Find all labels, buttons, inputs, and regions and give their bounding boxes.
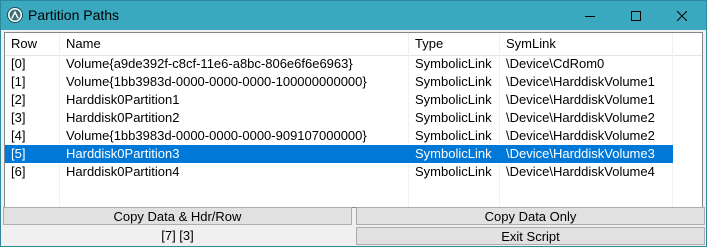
close-button[interactable] [659, 1, 705, 30]
list-cell-name: Harddisk0Partition2 [66, 110, 180, 125]
list-row[interactable]: [2] Harddisk0Partition1 SymbolicLink \Devic… [5, 91, 673, 109]
list-cell-row: [3] [11, 110, 26, 125]
list-cell-name: Volume{1bb3983d-0000-0000-0000-100000000… [66, 74, 367, 89]
list-cell-row: [4] [11, 128, 26, 143]
listview-header: Row Name Type SymLink [5, 33, 702, 56]
list-cell-row: [2] [11, 92, 26, 107]
list-cell-row: [0] [11, 56, 26, 71]
list-cell-name: Harddisk0Partition3 [66, 146, 180, 161]
list-row[interactable]: [6] Harddisk0Partition4 SymbolicLink \Devic… [5, 163, 673, 181]
list-cell-symlink: \Device\HarddiskVolume3 [506, 146, 655, 161]
close-icon [677, 10, 687, 21]
list-cell-row: [6] [11, 164, 26, 179]
list-cell-type: SymbolicLink [415, 56, 492, 71]
minimize-button[interactable] [567, 1, 613, 30]
column-header-row[interactable]: Row [5, 33, 60, 55]
list-cell-symlink: \Device\HarddiskVolume1 [506, 74, 655, 89]
list-row[interactable]: [3] Harddisk0Partition2 SymbolicLink \Devic… [5, 109, 673, 127]
list-cell-name: Volume{a9de392f-c8cf-11e6-a8bc-806e6f6e6… [66, 56, 353, 71]
minimize-icon [585, 15, 595, 17]
list-cell-row: [5] [11, 146, 26, 161]
list-cell-type: SymbolicLink [415, 110, 492, 125]
list-cell-type: SymbolicLink [415, 128, 492, 143]
exit-script-button[interactable]: Exit Script [356, 227, 705, 245]
list-row[interactable]: [5] Harddisk0Partition3 SymbolicLink \Devic… [5, 145, 673, 163]
list-cell-symlink: \Device\HarddiskVolume1 [506, 92, 655, 107]
list-cell-type: SymbolicLink [415, 164, 492, 179]
list-row[interactable]: [0] Volume{a9de392f-c8cf-11e6-a8bc-806e6f… [5, 55, 673, 73]
title-bar[interactable]: Partition Paths [1, 1, 706, 30]
list-cell-symlink: \Device\HarddiskVolume2 [506, 110, 655, 125]
copy-data-only-button[interactable]: Copy Data Only [356, 207, 705, 225]
partition-paths-window: Partition Paths Row Name Type SymLink [0… [0, 0, 707, 247]
window-title: Partition Paths [28, 7, 120, 23]
list-cell-type: SymbolicLink [415, 146, 492, 161]
list-cell-type: SymbolicLink [415, 92, 492, 107]
list-row[interactable]: [1] Volume{1bb3983d-0000-0000-0000-100000… [5, 73, 673, 91]
autoit-icon [7, 7, 23, 23]
column-header-name[interactable]: Name [60, 33, 409, 55]
maximize-icon [631, 10, 641, 21]
column-header-type[interactable]: Type [409, 33, 500, 55]
row-column-count: [7] [3] [161, 228, 194, 243]
list-cell-symlink: \Device\HarddiskVolume4 [506, 164, 655, 179]
list-cell-type: SymbolicLink [415, 74, 492, 89]
maximize-button[interactable] [613, 1, 659, 30]
column-header-symlink[interactable]: SymLink [500, 33, 673, 55]
list-cell-name: Volume{1bb3983d-0000-0000-0000-909107000… [66, 128, 367, 143]
list-cell-row: [1] [11, 74, 26, 89]
list-cell-symlink: \Device\HarddiskVolume2 [506, 128, 655, 143]
copy-data-hdr-row-button[interactable]: Copy Data & Hdr/Row [3, 207, 352, 225]
list-cell-name: Harddisk0Partition1 [66, 92, 180, 107]
list-cell-name: Harddisk0Partition4 [66, 164, 180, 179]
partition-listview[interactable]: Row Name Type SymLink [0] Volume{a9de392f… [4, 32, 703, 208]
list-cell-symlink: \Device\CdRom0 [506, 56, 605, 71]
list-row[interactable]: [4] Volume{1bb3983d-0000-0000-0000-909107… [5, 127, 673, 145]
